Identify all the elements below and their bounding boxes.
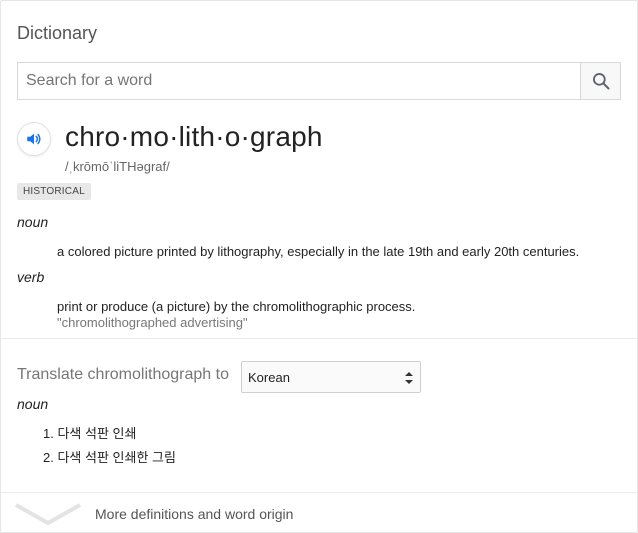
search-icon	[592, 73, 609, 90]
dictionary-card: Dictionary chro·mo·lith·o·graph /ˌkrōmōˈ…	[0, 0, 638, 533]
more-definitions-link[interactable]: More definitions and word origin	[95, 506, 293, 522]
pronunciation-audio-button[interactable]	[17, 122, 51, 156]
card-title: Dictionary	[17, 23, 98, 43]
chevron-down-icon[interactable]	[15, 501, 81, 525]
language-select[interactable]: Korean	[241, 361, 421, 393]
part-of-speech-verb: verb	[17, 269, 45, 285]
search-input[interactable]	[18, 63, 580, 99]
translation-text: 다색 석판 인쇄한 그림	[57, 450, 176, 465]
translation-part-of-speech: noun	[17, 396, 49, 412]
language-select-value: Korean	[248, 369, 290, 385]
translation-number: 1.	[43, 426, 54, 441]
part-of-speech-noun: noun	[17, 214, 49, 230]
translation-text: 다색 석판 인쇄	[57, 426, 137, 441]
select-arrows-icon	[405, 372, 413, 384]
section-divider	[1, 338, 637, 339]
translation-item: 1. 다색 석판 인쇄	[43, 423, 136, 442]
definition-noun: a colored picture printed by lithography…	[57, 244, 580, 259]
headword: chro·mo·lith·o·graph	[65, 121, 323, 152]
speaker-icon	[27, 133, 41, 145]
phonetic-spelling: /ˌkrōmōˈliTHəɡraf/	[65, 159, 170, 174]
example-verb: "chromolithographed advertising"	[57, 315, 248, 330]
search-button[interactable]	[580, 63, 620, 99]
footer-divider	[1, 492, 637, 493]
translate-label: Translate chromolithograph to	[17, 366, 229, 383]
translation-item: 2. 다색 석판 인쇄한 그림	[43, 447, 176, 466]
usage-badge: HISTORICAL	[17, 183, 91, 200]
translation-number: 2.	[43, 450, 54, 465]
search-box	[17, 62, 621, 100]
definition-verb: print or produce (a picture) by the chro…	[57, 299, 416, 314]
